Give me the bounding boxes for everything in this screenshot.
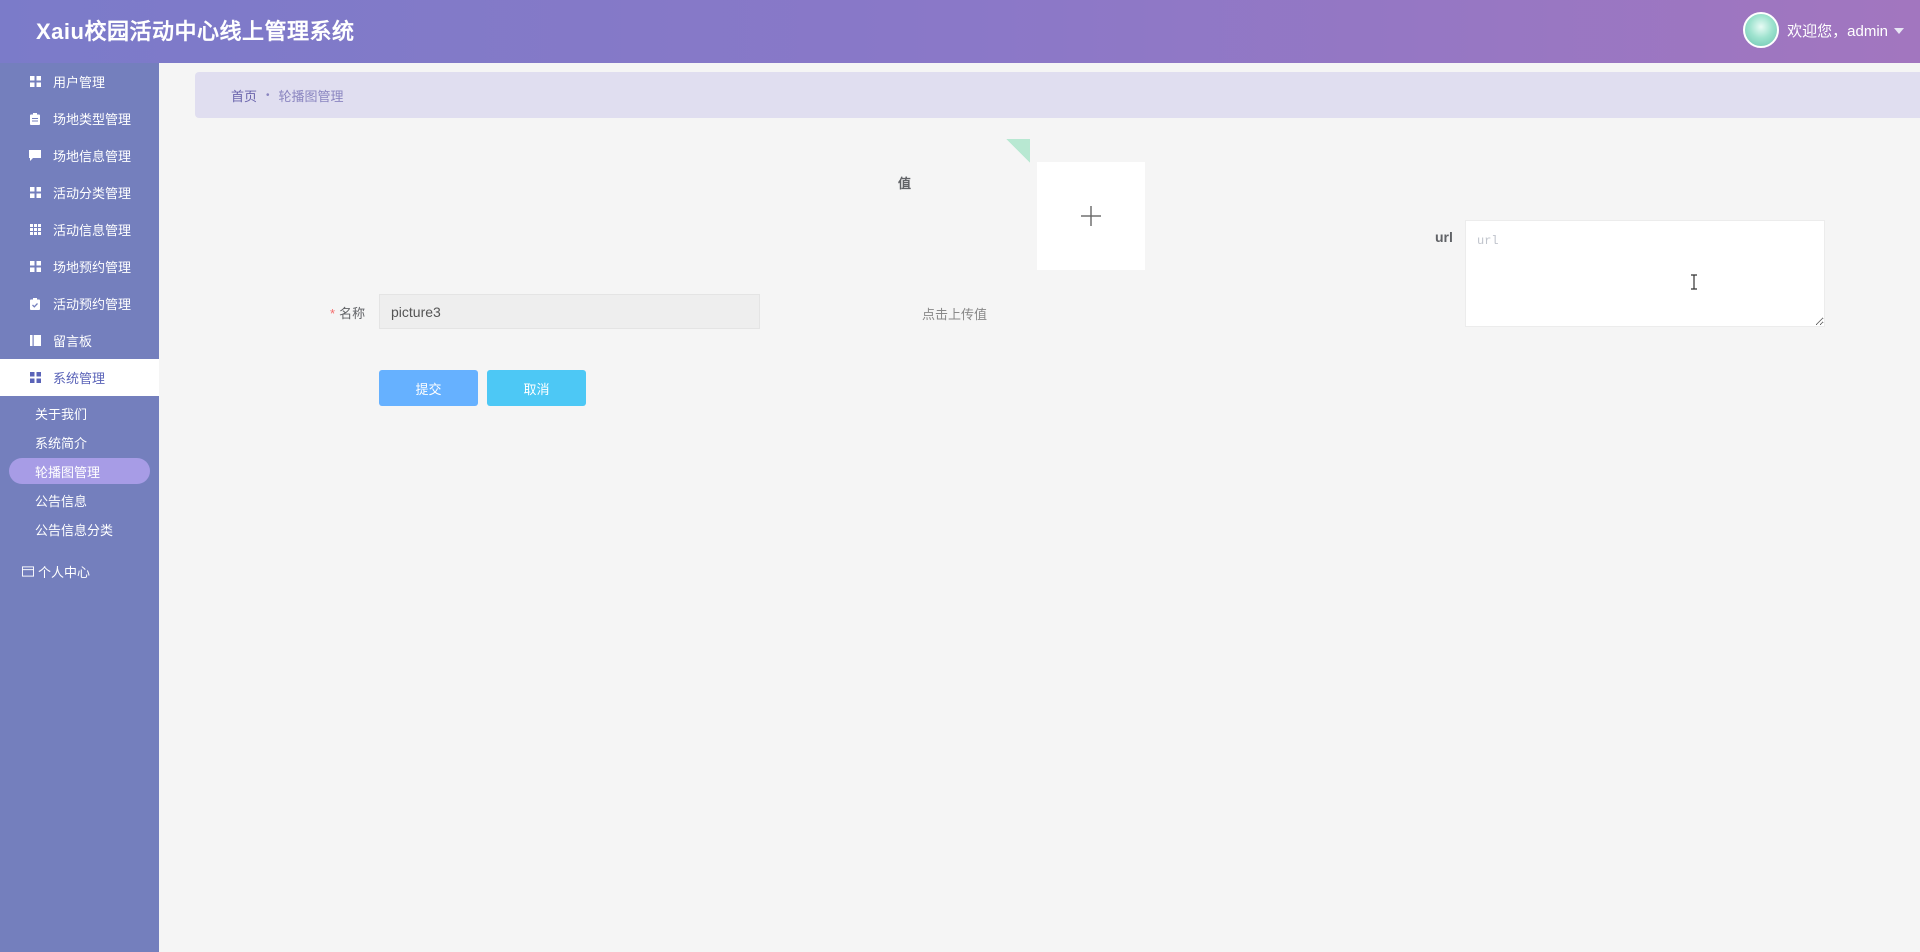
sidebar-item-label: 场地信息管理 bbox=[53, 149, 132, 164]
app-title: Xaiu校园活动中心线上管理系统 bbox=[36, 19, 355, 44]
submenu-item-carousel-management[interactable]: 轮播图管理 bbox=[9, 458, 150, 484]
sidebar-item-venue-info-management[interactable]: 场地信息管理 bbox=[0, 137, 159, 174]
sidebar-item-venue-type-management[interactable]: 场地类型管理 bbox=[0, 100, 159, 137]
grid-icon bbox=[29, 261, 41, 273]
grid-icon bbox=[29, 187, 41, 199]
submenu-item-system-intro[interactable]: 系统简介 bbox=[9, 429, 150, 455]
user-avatar[interactable] bbox=[1743, 12, 1780, 48]
name-label: * 名称 bbox=[330, 303, 365, 322]
breadcrumb: 首页 • 轮播图管理 bbox=[195, 72, 1920, 118]
text-cursor-icon bbox=[1691, 274, 1697, 290]
sidebar-item-label: 个人中心 bbox=[38, 564, 91, 580]
sidebar-item-activity-booking-management[interactable]: 活动预约管理 bbox=[0, 285, 159, 322]
sidebar-item-label: 留言板 bbox=[53, 334, 93, 349]
sidebar-item-personal-center[interactable]: 个人中心 bbox=[0, 554, 159, 588]
system-submenu: 关于我们 系统简介 轮播图管理 公告信息 公告信息分类 bbox=[0, 396, 159, 542]
sidebar-item-label: 用户管理 bbox=[53, 75, 106, 90]
book-icon bbox=[29, 335, 41, 347]
apps-icon bbox=[29, 224, 41, 236]
sidebar-item-label: 系统管理 bbox=[53, 371, 106, 386]
plus-icon bbox=[1081, 206, 1101, 226]
submit-button[interactable]: 提交 bbox=[379, 370, 478, 406]
required-mark: * bbox=[330, 306, 336, 321]
cancel-button[interactable]: 取消 bbox=[487, 370, 586, 406]
url-label: url bbox=[1435, 229, 1453, 245]
welcome-text[interactable]: 欢迎您，admin bbox=[1787, 20, 1888, 41]
submenu-item-about-us[interactable]: 关于我们 bbox=[9, 400, 150, 426]
breadcrumb-separator: • bbox=[266, 89, 270, 101]
name-label-text: 名称 bbox=[339, 306, 366, 321]
sidebar-item-label: 活动预约管理 bbox=[53, 297, 132, 312]
value-label: 值 bbox=[898, 176, 912, 191]
submenu-item-announcement-categories[interactable]: 公告信息分类 bbox=[9, 516, 150, 542]
sidebar-item-activity-category-management[interactable]: 活动分类管理 bbox=[0, 174, 159, 211]
sidebar-item-venue-booking-management[interactable]: 场地预约管理 bbox=[0, 248, 159, 285]
user-menu[interactable]: 欢迎您，admin bbox=[1743, 12, 1904, 48]
sidebar-item-activity-info-management[interactable]: 活动信息管理 bbox=[0, 211, 159, 248]
submenu-item-announcements[interactable]: 公告信息 bbox=[9, 487, 150, 513]
sidebar-item-system-management[interactable]: 系统管理 bbox=[0, 359, 159, 396]
url-field[interactable] bbox=[1465, 220, 1825, 327]
caret-down-icon[interactable] bbox=[1894, 28, 1904, 34]
upload-hint: 点击上传值 bbox=[922, 307, 988, 322]
sidebar-item-label: 活动信息管理 bbox=[53, 223, 132, 238]
grid-icon bbox=[29, 372, 41, 384]
name-field[interactable] bbox=[379, 294, 760, 329]
clipboard-check-icon bbox=[29, 297, 41, 310]
id-card-icon bbox=[22, 565, 34, 577]
top-header: Xaiu校园活动中心线上管理系统 欢迎您，admin bbox=[0, 0, 1920, 63]
sidebar: 用户管理 场地类型管理 场地信息管理 活动分类管理 活动信息管理 场地预约管理 bbox=[0, 63, 159, 952]
comment-icon bbox=[29, 150, 41, 162]
clipboard-icon bbox=[29, 112, 41, 125]
sidebar-item-label: 场地预约管理 bbox=[53, 260, 132, 275]
grid-icon bbox=[29, 76, 41, 88]
breadcrumb-current: 轮播图管理 bbox=[278, 88, 344, 104]
breadcrumb-home[interactable]: 首页 bbox=[231, 86, 257, 105]
decorative-corner bbox=[1006, 139, 1030, 163]
upload-button[interactable] bbox=[1037, 162, 1145, 270]
sidebar-item-label: 场地类型管理 bbox=[53, 112, 132, 127]
sidebar-item-message-board[interactable]: 留言板 bbox=[0, 322, 159, 359]
sidebar-item-user-management[interactable]: 用户管理 bbox=[0, 63, 159, 100]
sidebar-item-label: 活动分类管理 bbox=[53, 186, 132, 201]
